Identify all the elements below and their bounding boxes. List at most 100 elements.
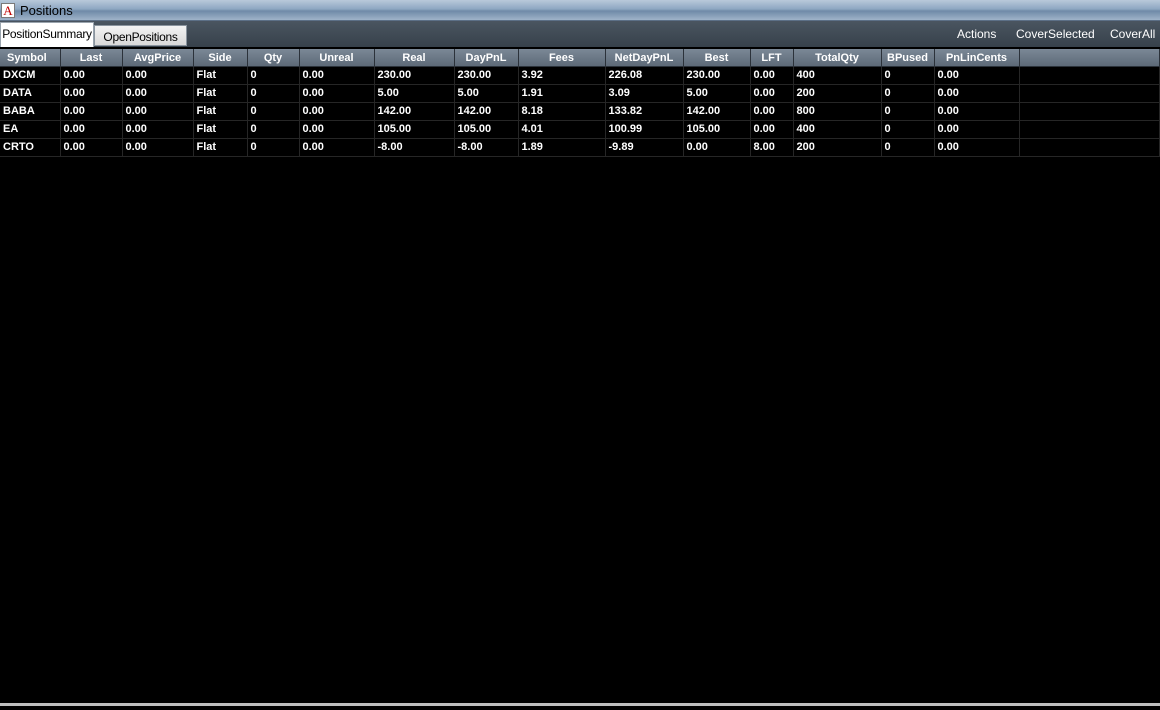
col-header-pnlincents[interactable]: PnLinCents (934, 49, 1020, 67)
cell-filler (1019, 66, 1160, 85)
cell-daypnl: 105.00 (454, 120, 519, 139)
cell-unreal: 0.00 (299, 120, 375, 139)
cell-real: 142.00 (374, 102, 455, 121)
cell-best: 230.00 (683, 66, 751, 85)
cell-totalqty: 200 (793, 138, 882, 157)
cell-real: -8.00 (374, 138, 455, 157)
table-row[interactable]: EA 0.00 0.00 Flat 0 0.00 105.00 105.00 4.01 100.9… (0, 120, 1160, 139)
cell-avgprice: 0.00 (122, 138, 194, 157)
cell-daypnl: 230.00 (454, 66, 519, 85)
table-row[interactable]: CRTO 0.00 0.00 Flat 0 0.00 -8.00 -8.00 1.89 -9.89… (0, 138, 1160, 157)
col-header-daypnl[interactable]: DayPnL (454, 49, 519, 67)
cell-pnlincents: 0.00 (934, 138, 1020, 157)
col-header-real[interactable]: Real (374, 49, 455, 67)
cell-bpused: 0 (881, 84, 935, 103)
col-header-bpused[interactable]: BPused (881, 49, 935, 67)
cell-fees: 1.91 (518, 84, 606, 103)
cell-real: 230.00 (374, 66, 455, 85)
cell-netdaypnl: 133.82 (605, 102, 684, 121)
cell-last: 0.00 (60, 102, 123, 121)
cell-unreal: 0.00 (299, 102, 375, 121)
cell-fees: 8.18 (518, 102, 606, 121)
cell-unreal: 0.00 (299, 66, 375, 85)
table-row[interactable]: BABA 0.00 0.00 Flat 0 0.00 142.00 142.00 8.18 133… (0, 102, 1160, 121)
cell-bpused: 0 (881, 102, 935, 121)
cell-symbol: CRTO (0, 138, 61, 157)
cell-filler (1019, 102, 1160, 121)
table-row[interactable]: DXCM 0.00 0.00 Flat 0 0.00 230.00 230.00 3.92 226… (0, 66, 1160, 85)
cell-lft: 0.00 (750, 102, 794, 121)
col-header-netdaypnl[interactable]: NetDayPnL (605, 49, 684, 67)
cell-fees: 4.01 (518, 120, 606, 139)
cell-side: Flat (193, 102, 248, 121)
cell-fees: 3.92 (518, 66, 606, 85)
tab-open-positions[interactable]: OpenPositions (94, 25, 187, 46)
cell-totalqty: 400 (793, 120, 882, 139)
cell-last: 0.00 (60, 138, 123, 157)
cell-pnlincents: 0.00 (934, 66, 1020, 85)
cell-netdaypnl: 3.09 (605, 84, 684, 103)
cell-avgprice: 0.00 (122, 102, 194, 121)
actions-menu[interactable]: Actions (957, 26, 996, 42)
cell-best: 105.00 (683, 120, 751, 139)
cell-avgprice: 0.00 (122, 84, 194, 103)
cell-best: 0.00 (683, 138, 751, 157)
cell-daypnl: -8.00 (454, 138, 519, 157)
tab-strip: PositionSummary OpenPositions Actions Co… (0, 21, 1160, 47)
cell-symbol: DATA (0, 84, 61, 103)
cell-totalqty: 200 (793, 84, 882, 103)
bottom-border (0, 703, 1160, 706)
cell-side: Flat (193, 66, 248, 85)
cell-avgprice: 0.00 (122, 66, 194, 85)
cell-lft: 8.00 (750, 138, 794, 157)
cell-side: Flat (193, 84, 248, 103)
cell-daypnl: 142.00 (454, 102, 519, 121)
cell-real: 105.00 (374, 120, 455, 139)
cell-pnlincents: 0.00 (934, 120, 1020, 139)
col-header-fees[interactable]: Fees (518, 49, 606, 67)
tab-position-summary[interactable]: PositionSummary (0, 22, 94, 47)
cell-side: Flat (193, 138, 248, 157)
col-header-last[interactable]: Last (60, 49, 123, 67)
positions-window: A Positions PositionSummary OpenPosition… (0, 0, 1160, 710)
cover-selected-button[interactable]: CoverSelected (1016, 26, 1095, 42)
cell-totalqty: 400 (793, 66, 882, 85)
col-header-side[interactable]: Side (193, 49, 248, 67)
col-header-unreal[interactable]: Unreal (299, 49, 375, 67)
cell-symbol: DXCM (0, 66, 61, 85)
table-row[interactable]: DATA 0.00 0.00 Flat 0 0.00 5.00 5.00 1.91 3.09 5.0… (0, 84, 1160, 103)
cell-pnlincents: 0.00 (934, 102, 1020, 121)
col-header-totalqty[interactable]: TotalQty (793, 49, 882, 67)
cell-netdaypnl: 226.08 (605, 66, 684, 85)
table-header-row: Symbol Last AvgPrice Side Qty Unreal Rea… (0, 49, 1160, 67)
cell-symbol: BABA (0, 102, 61, 121)
cell-avgprice: 0.00 (122, 120, 194, 139)
cell-lft: 0.00 (750, 120, 794, 139)
col-header-avgprice[interactable]: AvgPrice (122, 49, 194, 67)
col-header-symbol[interactable]: Symbol (0, 49, 61, 67)
cell-last: 0.00 (60, 84, 123, 103)
cell-best: 142.00 (683, 102, 751, 121)
cell-bpused: 0 (881, 138, 935, 157)
cell-qty: 0 (247, 84, 300, 103)
cell-symbol: EA (0, 120, 61, 139)
cell-qty: 0 (247, 138, 300, 157)
cell-qty: 0 (247, 120, 300, 139)
cell-filler (1019, 138, 1160, 157)
col-header-lft[interactable]: LFT (750, 49, 794, 67)
cover-all-button[interactable]: CoverAll (1110, 26, 1155, 42)
title-bar[interactable]: A Positions (0, 0, 1160, 21)
cell-netdaypnl: 100.99 (605, 120, 684, 139)
cell-bpused: 0 (881, 66, 935, 85)
col-header-best[interactable]: Best (683, 49, 751, 67)
cell-filler (1019, 84, 1160, 103)
cell-bpused: 0 (881, 120, 935, 139)
cell-lft: 0.00 (750, 84, 794, 103)
window-title: Positions (20, 3, 73, 18)
cell-daypnl: 5.00 (454, 84, 519, 103)
cell-last: 0.00 (60, 66, 123, 85)
positions-table: Symbol Last AvgPrice Side Qty Unreal Rea… (0, 49, 1160, 157)
cell-lft: 0.00 (750, 66, 794, 85)
col-header-filler (1019, 49, 1160, 67)
col-header-qty[interactable]: Qty (247, 49, 300, 67)
